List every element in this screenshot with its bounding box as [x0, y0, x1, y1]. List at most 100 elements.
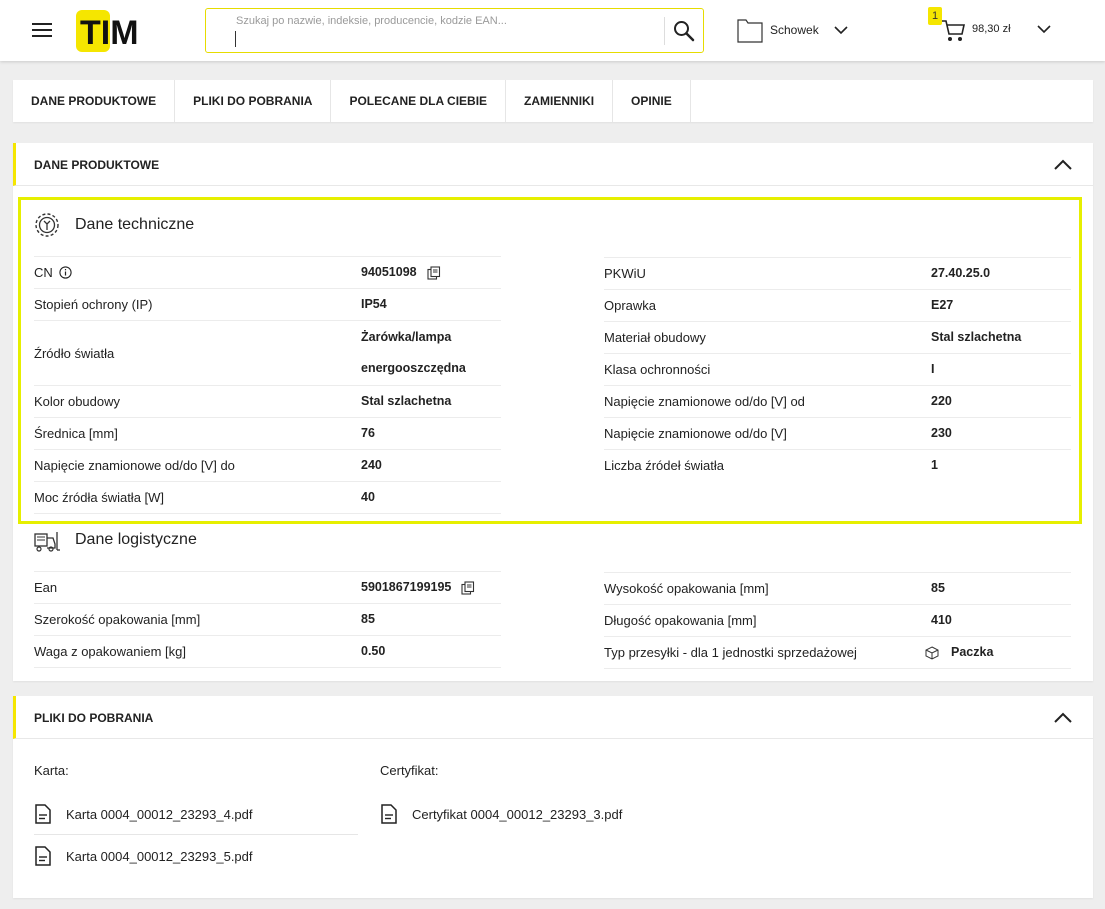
table-row: Napięcie znamionowe od/do [V] do 240 [34, 449, 501, 481]
table-row: Waga z opakowaniem [kg] 0.50 [34, 635, 501, 668]
row-value: 94051098 [361, 265, 417, 279]
row-value: Żarówka/lampa [361, 330, 452, 344]
chevron-up-icon[interactable] [1053, 711, 1073, 723]
product-data-section: DANE PRODUKTOWE Dane techniczne CN 94051… [13, 143, 1093, 681]
logistics-data-heading: Dane logistyczne [75, 531, 197, 548]
technical-right-table: PKWiU 27.40.25.0 Oprawka E27 Materiał ob… [604, 257, 1071, 481]
row-label: Oprawka [604, 298, 657, 313]
row-label: Źródło światła [34, 345, 115, 361]
table-row: Szerokość opakowania [mm] 85 [34, 603, 501, 635]
product-tabs: DANE PRODUKTOWE PLIKI DO POBRANIA POLECA… [13, 80, 1093, 122]
table-row: Średnica [mm] 76 [34, 417, 501, 449]
table-row: Materiał obudowy Stal szlachetna [604, 321, 1071, 353]
search-placeholder: Szukaj po nazwie, indeksie, producencie,… [236, 15, 507, 27]
row-value: 76 [361, 426, 375, 440]
row-label: CN [34, 265, 53, 280]
forklift-icon [34, 532, 60, 552]
file-name: Certyfikat 0004_00012_23293_3.pdf [412, 806, 623, 822]
row-value: 1 [931, 458, 938, 472]
chevron-down-icon[interactable] [834, 25, 848, 35]
row-value: IP54 [361, 297, 387, 311]
downloads-header[interactable]: PLIKI DO POBRANIA [13, 696, 1093, 739]
row-value: Stal szlachetna [361, 394, 452, 408]
table-row: Kolor obudowy Stal szlachetna [34, 385, 501, 417]
table-row: Moc źródła światła [W] 40 [34, 481, 501, 514]
section-title: DANE PRODUKTOWE [34, 158, 160, 172]
chevron-up-icon[interactable] [1053, 158, 1073, 170]
menu-icon[interactable] [32, 23, 52, 39]
row-label: Napięcie znamionowe od/do [V] od [604, 394, 805, 409]
tim-logo[interactable]: TIM [76, 10, 160, 52]
top-header: TIM Szukaj po nazwie, indeksie, producen… [0, 0, 1105, 61]
row-label: Długość opakowania [mm] [604, 613, 757, 628]
row-value-continued: energooszczędna [361, 361, 466, 375]
row-label: Wysokość opakowania [mm] [604, 581, 769, 596]
logistics-data-title: Dane logistyczne [33, 526, 197, 554]
tab-product-data[interactable]: DANE PRODUKTOWE [13, 80, 176, 122]
row-value: 410 [931, 613, 952, 627]
row-value: 85 [361, 612, 375, 626]
row-label: Średnica [mm] [34, 426, 118, 441]
row-value: Paczka [951, 645, 994, 659]
row-value: 40 [361, 490, 375, 504]
file-link[interactable]: Certyfikat 0004_00012_23293_3.pdf [380, 804, 622, 824]
divider [34, 834, 358, 835]
row-label: Ean [34, 580, 58, 595]
table-row: Stopień ochrony (IP) IP54 [34, 288, 501, 320]
row-value: 5901867199195 [361, 580, 452, 594]
karta-label: Karta: [34, 763, 69, 778]
row-label: Kolor obudowy [34, 394, 120, 409]
tab-reviews[interactable]: OPINIE [613, 80, 691, 122]
cart-icon [942, 20, 965, 41]
info-icon[interactable] [59, 266, 72, 279]
product-data-header[interactable]: DANE PRODUKTOWE [13, 143, 1093, 186]
row-value: 85 [931, 581, 945, 595]
search-icon[interactable] [672, 19, 696, 43]
row-label: Moc źródła światła [W] [34, 490, 165, 505]
copy-icon[interactable] [461, 580, 475, 595]
cart-button[interactable]: 1 98,30 zł [928, 7, 1058, 47]
row-value: 0.50 [361, 644, 386, 658]
technical-data-title: Dane techniczne [33, 211, 194, 239]
table-row: Wysokość opakowania [mm] 85 [604, 572, 1071, 604]
tab-recommended[interactable]: POLECANE DLA CIEBIE [331, 80, 507, 122]
table-row: Typ przesyłki - dla 1 jednostki sprzedaż… [604, 636, 1071, 669]
table-row: Oprawka E27 [604, 289, 1071, 321]
row-value: 240 [361, 458, 382, 472]
tab-substitutes[interactable]: ZAMIENNIKI [506, 80, 614, 122]
row-label: Napięcie znamionowe od/do [V] [604, 426, 787, 441]
clipboard-button[interactable]: Schowek [737, 16, 848, 44]
technical-data-heading: Dane techniczne [75, 216, 195, 233]
search-box[interactable]: Szukaj po nazwie, indeksie, producencie,… [205, 8, 704, 53]
row-label: PKWiU [604, 266, 646, 281]
row-value: 27.40.25.0 [931, 266, 991, 280]
search-divider [664, 17, 665, 45]
cart-total: 98,30 zł [972, 23, 1011, 35]
svg-text:TIM: TIM [80, 14, 139, 52]
package-icon [925, 645, 939, 660]
row-label: Liczba źródeł światła [604, 458, 724, 473]
file-link[interactable]: Karta 0004_00012_23293_5.pdf [34, 846, 253, 866]
copy-icon[interactable] [427, 265, 441, 280]
row-value: E27 [931, 298, 954, 312]
downloads-section: PLIKI DO POBRANIA Karta: Certyfikat: Kar… [13, 696, 1093, 898]
file-link[interactable]: Karta 0004_00012_23293_4.pdf [34, 804, 253, 824]
technical-left-table: CN 94051098 Stopień ochrony (IP) IP54 Źr… [34, 256, 501, 514]
row-label: Szerokość opakowania [mm] [34, 612, 201, 627]
certificate-label: Certyfikat: [380, 763, 439, 778]
document-icon [35, 804, 51, 824]
table-row: Źródło światła Żarówka/lampa energooszcz… [34, 320, 501, 385]
gear-wrench-icon [35, 213, 59, 237]
logistics-right-table: Wysokość opakowania [mm] 85 Długość opak… [604, 572, 1071, 669]
table-row: PKWiU 27.40.25.0 [604, 257, 1071, 289]
chevron-down-icon[interactable] [1037, 24, 1051, 34]
row-value: 230 [931, 426, 952, 440]
row-label: Typ przesyłki - dla 1 jednostki sprzedaż… [604, 645, 857, 660]
folder-icon [737, 19, 763, 43]
row-value: I [931, 362, 935, 376]
table-row: Długość opakowania [mm] 410 [604, 604, 1071, 636]
logistics-left-table: Ean 5901867199195 Szerokość opakowania [… [34, 571, 501, 668]
row-label: Napięcie znamionowe od/do [V] do [34, 458, 235, 473]
tab-downloads[interactable]: PLIKI DO POBRANIA [175, 80, 332, 122]
table-row: Klasa ochronności I [604, 353, 1071, 385]
